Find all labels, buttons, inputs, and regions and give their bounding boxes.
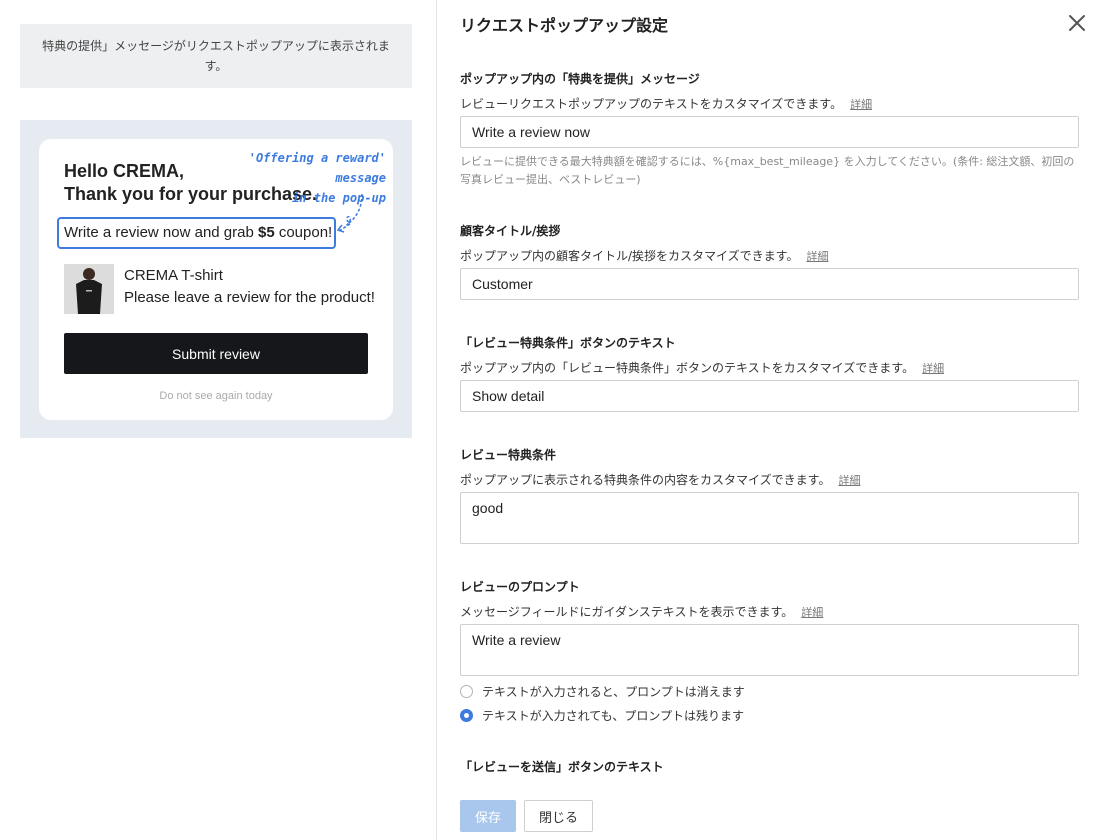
reward-message-detail-link[interactable]: 詳細: [850, 98, 872, 111]
prompt-textarea[interactable]: Write a review: [460, 624, 1079, 676]
prompt-desc-text: メッセージフィールドにガイダンステキストを表示できます。: [460, 605, 794, 619]
conditions-textarea[interactable]: good: [460, 492, 1079, 544]
prompt-option-label: テキストが入力されても、プロンプトは残ります: [482, 709, 744, 723]
product-image: [64, 264, 114, 314]
prompt-option-remain[interactable]: テキストが入力されても、プロンプトは残ります: [460, 707, 744, 724]
submit-review-button[interactable]: Submit review: [64, 333, 368, 374]
reward-message-highlight: Write a review now and grab $5 coupon!: [57, 217, 336, 249]
customer-title-input[interactable]: Customer: [460, 268, 1079, 300]
condition-button-detail-link[interactable]: 詳細: [922, 362, 944, 375]
customer-title-label: 顧客タイトル/挨拶: [460, 224, 561, 238]
condition-button-label: 「レビュー特典条件」ボタンのテキスト: [460, 336, 676, 350]
request-popup-settings-page: 特典の提供」メッセージがリクエストポップアップに表示されます。 Hello CR…: [0, 0, 1099, 840]
reward-message-hint: レビューに提供できる最大特典額を確認するには、%{max_best_mileag…: [460, 155, 1075, 186]
prompt-label: レビューのプロンプト: [460, 580, 580, 594]
prompt-option-label: テキストが入力されると、プロンプトは消えます: [482, 685, 745, 699]
condition-button-input[interactable]: Show detail: [460, 380, 1079, 412]
reward-message-desc: レビューリクエストポップアップのテキストをカスタマイズできます。 詳細: [460, 95, 872, 112]
submit-button-text-label: 「レビューを送信」ボタンのテキスト: [460, 760, 664, 774]
reward-message-input[interactable]: Write a review now: [460, 116, 1079, 148]
close-icon[interactable]: [1066, 12, 1088, 34]
condition-button-desc-text: ポップアップ内の「レビュー特典条件」ボタンのテキストをカスタマイズできます。: [460, 361, 915, 375]
condition-button-desc: ポップアップ内の「レビュー特典条件」ボタンのテキストをカスタマイズできます。 詳細: [460, 359, 944, 376]
annotation-line-1: 'Offering a reward' message: [248, 151, 386, 185]
reward-prefix: Write a review now and grab: [64, 224, 258, 241]
save-button[interactable]: 保存: [460, 800, 516, 832]
prompt-detail-link[interactable]: 詳細: [801, 606, 823, 619]
conditions-detail-link[interactable]: 詳細: [838, 474, 860, 487]
customer-title-detail-link[interactable]: 詳細: [807, 250, 829, 263]
reward-message-label: ポップアップ内の「特典を提供」メッセージ: [460, 72, 700, 86]
conditions-desc: ポップアップに表示される特典条件の内容をカスタマイズできます。 詳細: [460, 471, 860, 488]
product-name: CREMA T-shirt: [124, 267, 223, 284]
conditions-desc-text: ポップアップに表示される特典条件の内容をカスタマイズできます。: [460, 473, 831, 487]
preview-notice: 特典の提供」メッセージがリクエストポップアップに表示されます。: [20, 24, 412, 88]
reward-suffix: coupon!: [274, 224, 333, 241]
customer-title-desc-text: ポップアップ内の顧客タイトル/挨拶をカスタマイズできます。: [460, 249, 799, 263]
conditions-label: レビュー特典条件: [460, 448, 557, 462]
reward-message-desc-text: レビューリクエストポップアップのテキストをカスタマイズできます。: [460, 97, 843, 111]
radio-selected-icon[interactable]: [460, 709, 473, 722]
product-subtitle: Please leave a review for the product!: [124, 289, 375, 306]
panel-title: リクエストポップアップ設定: [460, 16, 669, 35]
tshirt-photo-icon: [64, 264, 114, 314]
customer-title-desc: ポップアップ内の顧客タイトル/挨拶をカスタマイズできます。 詳細: [460, 247, 829, 264]
radio-unselected-icon[interactable]: [460, 685, 473, 698]
prompt-desc: メッセージフィールドにガイダンステキストを表示できます。 詳細: [460, 603, 823, 620]
dismiss-today-link[interactable]: Do not see again today: [64, 390, 368, 402]
annotation-arrow-icon: [336, 193, 363, 233]
reward-amount: $5: [257, 224, 275, 241]
close-button[interactable]: 閉じる: [524, 800, 593, 832]
panel-divider: [436, 0, 437, 840]
prompt-option-disappear[interactable]: テキストが入力されると、プロンプトは消えます: [460, 683, 745, 700]
